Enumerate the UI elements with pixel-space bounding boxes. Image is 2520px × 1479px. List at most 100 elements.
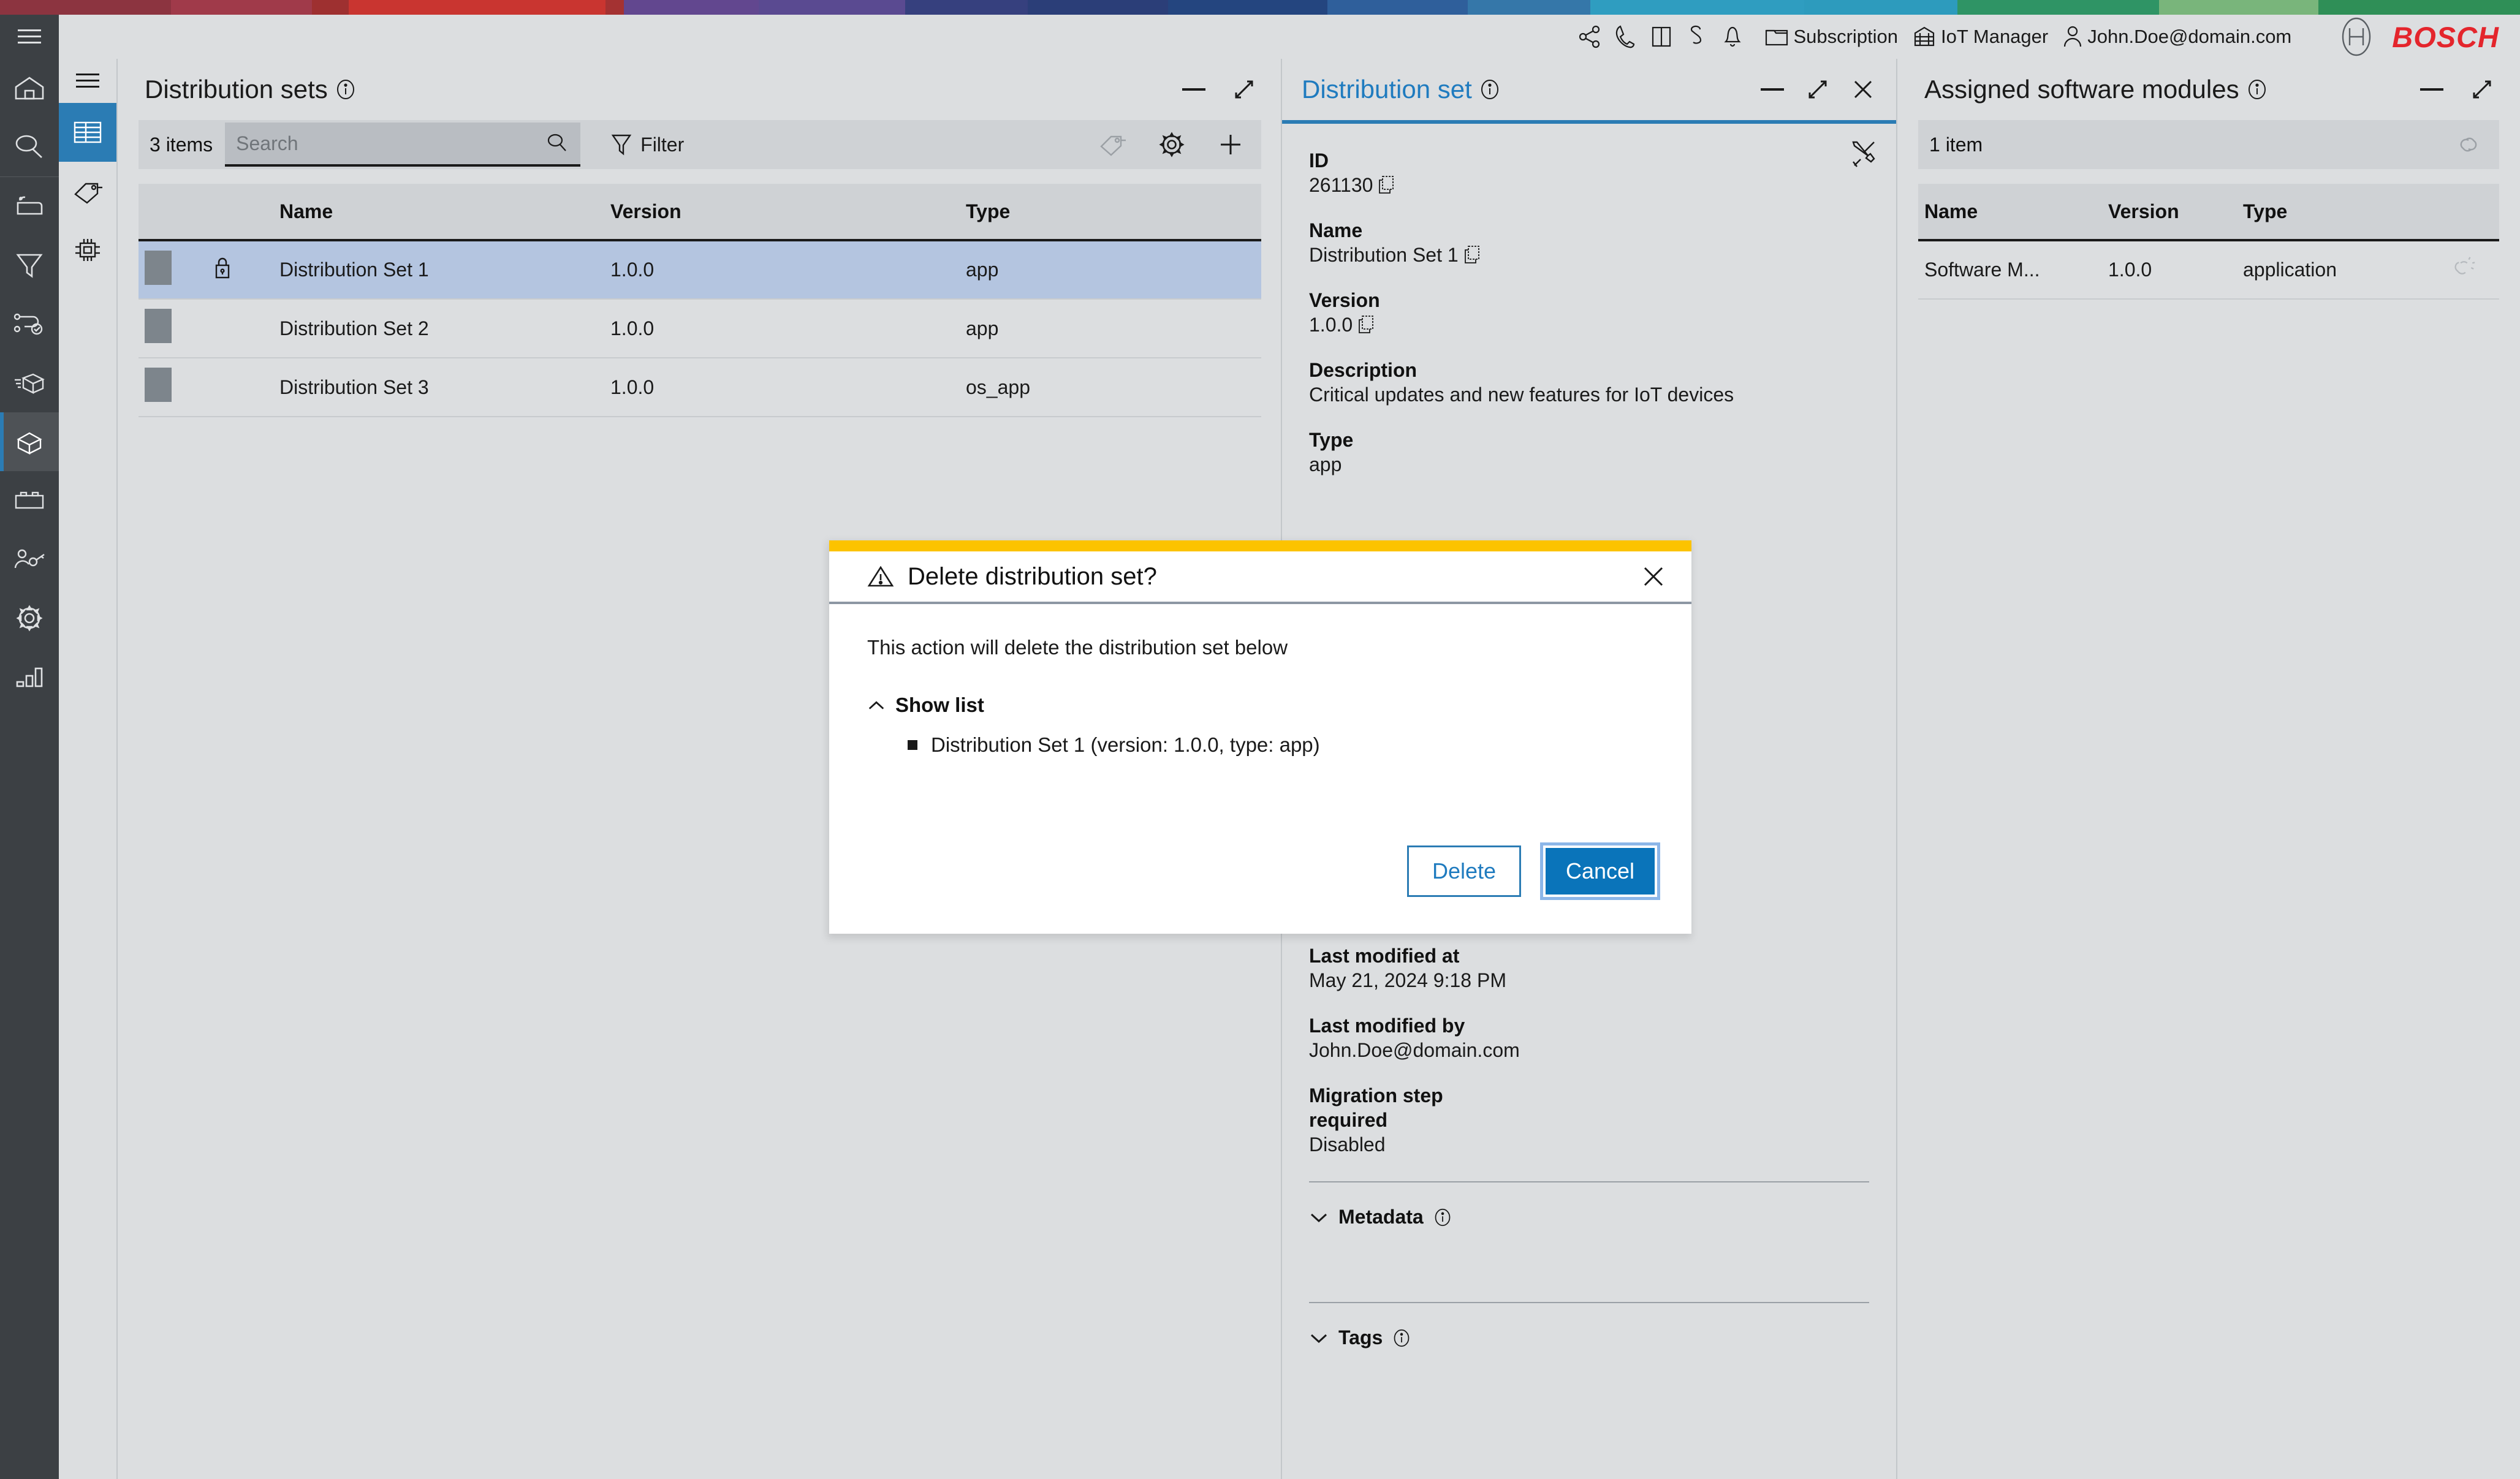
sidebar-item-distribution-sets[interactable] [0,412,59,471]
copy-icon[interactable] [1357,315,1375,335]
primary-sidebar [0,15,59,1479]
box-icon [12,428,47,455]
col-name[interactable]: Name [273,184,604,240]
delete-distribution-set-dialog: Delete distribution set? This action wil… [829,540,1691,934]
notifications-button[interactable] [1715,19,1750,55]
add-distribution-set-button[interactable] [1213,127,1248,162]
modal-close-button[interactable] [1636,559,1671,594]
row-marker [145,251,172,285]
detail-field: Typeapp [1309,428,1869,477]
sidebar-item-software-modules[interactable] [0,354,59,412]
sidebar-menu-toggle[interactable] [0,15,59,59]
cell-actions[interactable] [2444,240,2499,299]
sidebar-item-home[interactable] [0,59,59,118]
info-icon[interactable] [1433,1208,1452,1227]
info-icon[interactable] [335,79,356,100]
cell-type: app [960,240,1261,299]
phone-icon [1614,23,1638,50]
col-version[interactable]: Version [2102,184,2237,240]
sidebar-item-rollouts[interactable] [0,295,59,354]
table-row[interactable]: Distribution Set 11.0.0app [139,240,1261,299]
col-type[interactable]: Type [960,184,1261,240]
search-input[interactable] [236,132,540,155]
cancel-button[interactable]: Cancel [1543,845,1657,897]
factory-icon [1911,25,1937,49]
bosch-supergraphic-icon [2334,15,2378,59]
expand-button[interactable] [1801,72,1835,107]
distribution-sets-panel-header: Distribution sets [118,59,1282,120]
field-value: Disabled [1309,1132,1869,1157]
distribution-sets-title: Distribution sets [145,75,328,104]
detail-tools-button[interactable] [1850,138,1878,172]
phone-button[interactable] [1608,19,1644,55]
user-menu-button[interactable]: John.Doe@domain.com [2062,24,2291,50]
sidebar-item-access-control[interactable] [0,530,59,589]
search-box[interactable] [225,123,580,167]
sidebar-item-artifacts[interactable] [0,471,59,530]
gradient-segment [2159,0,2318,15]
secondary-menu-toggle[interactable] [59,59,116,103]
subsidebar-item-tags[interactable] [59,162,116,221]
sidebar-item-statistics[interactable] [0,648,59,706]
field-value: app [1309,452,1869,477]
sidebar-item-search[interactable] [0,118,59,176]
field-value: Distribution Set 1 [1309,243,1869,267]
minimize-icon [1761,86,1784,93]
minimize-button[interactable] [2415,72,2449,107]
copy-icon[interactable] [1463,245,1481,265]
chevron-down-icon [1309,1211,1329,1224]
subsidebar-item-distribution-sets-table[interactable] [59,103,116,162]
close-button[interactable] [1846,72,1880,107]
panel-title: Assigned software modules [1924,75,2268,104]
tags-section-toggle[interactable]: Tags [1309,1326,1869,1349]
info-icon[interactable] [2247,79,2268,100]
chevron-up-icon [867,699,886,711]
table-row[interactable]: Distribution Set 31.0.0os_app [139,358,1261,417]
field-value: John.Doe@domain.com [1309,1038,1869,1062]
table-header-row: Name Version Type [1918,184,2499,240]
col-actions [2444,184,2499,240]
metadata-section-toggle[interactable]: Metadata [1309,1206,1869,1228]
share-button[interactable] [1573,19,1608,55]
field-value-text: May 21, 2024 9:18 PM [1309,968,1506,993]
info-icon[interactable] [1479,79,1500,100]
table-row[interactable]: Distribution Set 21.0.0app [139,299,1261,358]
column-settings-button[interactable] [1155,127,1189,162]
col-name[interactable]: Name [1918,184,2102,240]
minimize-button[interactable] [1177,72,1211,107]
chip-icon [72,236,104,264]
show-list-toggle[interactable]: Show list [867,694,1653,717]
cell-name: Distribution Set 1 [273,240,604,299]
assign-module-button[interactable] [2451,127,2486,162]
row-lock-cell [206,240,273,299]
modal-title-wrap: Delete distribution set? [867,563,1157,591]
tag-button[interactable] [1096,127,1130,162]
list-item: Distribution Set 1 (version: 1.0.0, type… [908,729,1653,762]
delete-button[interactable]: Delete [1407,845,1521,897]
info-icon[interactable] [1392,1329,1411,1347]
subsidebar-item-targets[interactable] [59,221,116,279]
detail-panel-title: Distribution set [1302,75,1472,104]
minimize-button[interactable] [1755,72,1789,107]
sidebar-item-settings[interactable] [0,589,59,648]
expand-button[interactable] [1227,72,1261,107]
modal-footer: Delete Cancel [829,845,1691,934]
expand-button[interactable] [2465,72,2499,107]
search-icon[interactable] [545,131,569,156]
sidebar-item-devices[interactable] [0,177,59,236]
field-key: Description [1309,358,1869,382]
filter-button[interactable]: Filter [611,133,684,156]
subscription-button[interactable]: Subscription [1764,26,1898,48]
tags-label: Tags [1338,1326,1383,1349]
copy-icon[interactable] [1378,175,1395,195]
iot-manager-button[interactable]: IoT Manager [1911,25,2048,49]
legal-button[interactable] [1679,19,1715,55]
col-type[interactable]: Type [2237,184,2444,240]
detail-field: Migration steprequiredDisabled [1309,1083,1869,1157]
table-row[interactable]: Software M...1.0.0application [1918,240,2499,299]
detail-field: Last modified atMay 21, 2024 9:18 PM [1309,944,1869,993]
hamburger-icon [76,72,99,89]
docs-button[interactable] [1644,19,1679,55]
sidebar-item-filters[interactable] [0,236,59,295]
col-version[interactable]: Version [604,184,960,240]
